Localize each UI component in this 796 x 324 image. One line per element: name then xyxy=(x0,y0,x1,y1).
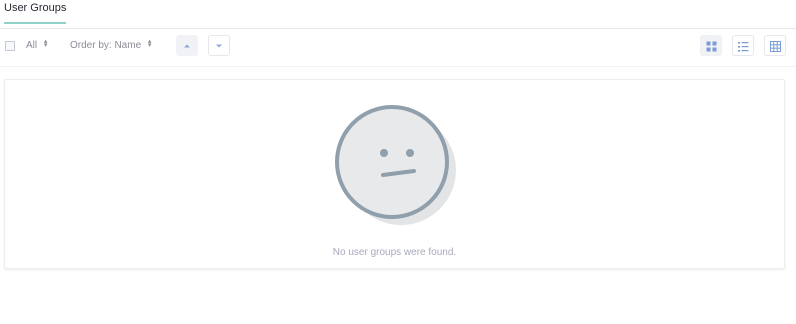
caret-down-icon xyxy=(216,44,222,48)
sort-ascending-button[interactable] xyxy=(176,35,198,56)
empty-state-panel: No user groups were found. xyxy=(4,79,785,269)
management-toolbar: All ▴ ▾ Order by: Name ▴ ▾ xyxy=(0,28,796,67)
empty-state-message: No user groups were found. xyxy=(332,247,457,258)
list-view-icon xyxy=(738,42,749,52)
tab-user-groups[interactable]: User Groups xyxy=(4,2,67,24)
filter-dropdown[interactable]: All ▴ ▾ xyxy=(26,38,48,51)
filter-label: All xyxy=(26,40,38,51)
order-by-label: Order by: Name xyxy=(70,40,142,51)
cards-view-icon xyxy=(706,41,717,52)
tab-bar: User Groups xyxy=(0,0,796,29)
cards-view-button[interactable] xyxy=(700,35,722,56)
select-all-checkbox[interactable] xyxy=(5,41,15,51)
sort-caret-icon: ▴ ▾ xyxy=(43,38,48,49)
neutral-face-icon xyxy=(335,105,456,225)
table-view-icon xyxy=(770,41,781,52)
caret-up-icon xyxy=(184,44,190,48)
sort-descending-button[interactable] xyxy=(208,35,230,56)
table-view-button[interactable] xyxy=(764,35,786,56)
order-by-dropdown[interactable]: Order by: Name ▴ ▾ xyxy=(70,38,152,51)
list-view-button[interactable] xyxy=(732,35,754,56)
sort-caret-icon: ▴ ▾ xyxy=(147,38,152,49)
